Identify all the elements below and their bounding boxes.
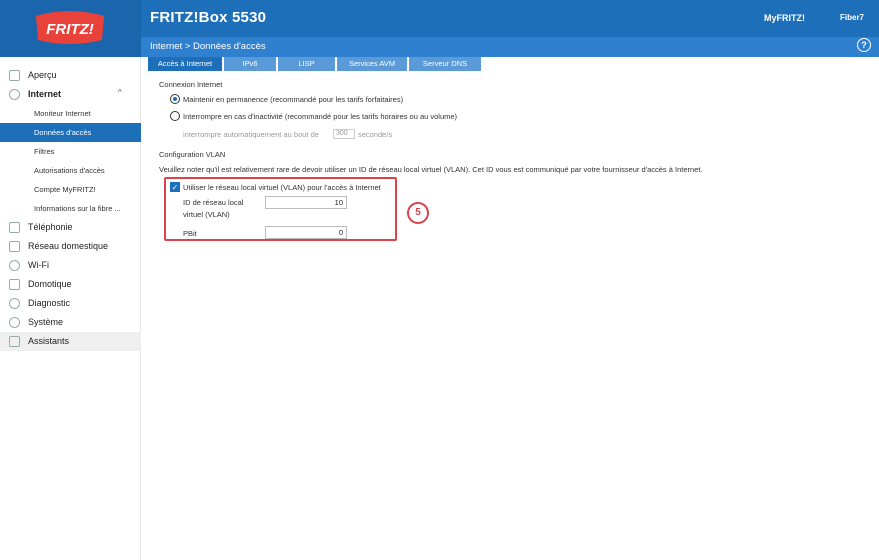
globe-icon [9,89,20,100]
tab-serveur-dns[interactable]: Serveur DNS [409,57,481,71]
vlan-note: Veuillez noter qu'il est relativement ra… [159,165,703,174]
sidebar-item-reseau-domestique[interactable]: Réseau domestique [0,237,141,256]
tab-services-avm[interactable]: Services AVM [337,57,407,71]
phone-icon [9,222,20,233]
home-icon [9,70,20,81]
radio-inactivity-label: Interrompre en cas d'inactivité (recomma… [183,112,458,121]
sidebar-item-label: Système [28,317,64,327]
sidebar-item-label: Filtres [34,147,55,156]
myfritz-link[interactable]: MyFRITZ! [764,13,805,23]
sidebar-item-label: Compte MyFRITZ! [34,185,96,194]
sidebar-subitem-autorisations[interactable]: Autorisations d'accès [0,161,141,180]
sidebar-item-label: Réseau domestique [28,241,109,251]
help-icon[interactable]: ? [857,38,871,52]
sidebar-item-diagnostic[interactable]: Diagnostic [0,294,141,313]
sidebar-item-assistants[interactable]: Assistants [0,332,141,351]
network-icon [9,241,20,252]
pbit-input[interactable]: 0 [265,226,347,239]
breadcrumb: Internet > Données d'accès [150,41,266,52]
sidebar-subitem-filtres[interactable]: Filtres [0,142,141,161]
tab-acces-internet[interactable]: Accès à Internet [148,57,222,71]
auto-interrupt-input[interactable]: 300 [333,129,355,139]
sidebar-subitem-moniteur[interactable]: Moniteur Internet [0,104,141,123]
sidebar-item-label: Données d'accès [34,128,92,137]
vlan-id-input[interactable]: 10 [265,196,347,209]
sidebar-item-label: Wi-Fi [28,260,49,270]
fritz-logo: FRITZ! [36,11,104,44]
radio-permanent[interactable] [170,94,180,104]
vlan-checkbox-label: Utiliser le réseau local virtuel (VLAN) … [183,183,381,192]
connection-section-title: Connexion Internet [159,80,223,89]
sidebar: Aperçu Internet ^ Moniteur Internet Donn… [0,57,141,560]
wifi-icon [9,260,20,271]
sidebar-item-label: Téléphonie [28,222,73,232]
sidebar-item-label: Informations sur la fibre ... [34,204,121,213]
radio-permanent-label: Maintenir en permanence (recommandé pour… [183,95,404,104]
sidebar-item-label: Autorisations d'accès [34,166,105,175]
tab-lisp[interactable]: LISP [278,57,335,71]
pbit-label: PBit [183,229,197,238]
system-icon [9,317,20,328]
vlan-id-label-line2: virtuel (VLAN) [183,210,230,219]
sidebar-subitem-infos-fibre[interactable]: Informations sur la fibre ... [0,199,141,218]
sidebar-subitem-compte-myfritz[interactable]: Compte MyFRITZ! [0,180,141,199]
sidebar-item-domotique[interactable]: Domotique [0,275,141,294]
svg-text:FRITZ!: FRITZ! [46,21,93,38]
sidebar-item-internet[interactable]: Internet ^ [0,85,141,104]
logo-area[interactable]: FRITZ! [0,0,141,57]
smarthome-icon [9,279,20,290]
vlan-section-title: Configuration VLAN [159,150,226,159]
diagnostic-icon [9,298,20,309]
vlan-checkbox[interactable]: ✓ [170,182,180,192]
sidebar-item-label: Internet [28,89,62,99]
auto-interrupt-label: interrompre automatiquement au bout de [183,130,319,139]
sidebar-subitem-donnees-acces[interactable]: Données d'accès [0,123,141,142]
tab-ipv6[interactable]: IPv6 [224,57,276,71]
sidebar-item-systeme[interactable]: Système [0,313,141,332]
product-title: FRITZ!Box 5530 [150,9,267,26]
sidebar-item-label: Domotique [28,279,72,289]
sidebar-item-label: Aperçu [28,70,57,80]
wizard-icon [9,336,20,347]
auto-interrupt-unit: seconde/s [358,130,393,139]
annotation-step-number: 5 [407,202,429,224]
radio-inactivity[interactable] [170,111,180,121]
sidebar-item-label: Moniteur Internet [34,109,91,118]
sidebar-item-label: Assistants [28,336,70,346]
chevron-up-icon[interactable]: ^ [118,88,122,97]
sidebar-item-label: Diagnostic [28,298,71,308]
sidebar-item-wifi[interactable]: Wi-Fi [0,256,141,275]
sidebar-item-telephonie[interactable]: Téléphonie [0,218,141,237]
sidebar-item-apercu[interactable]: Aperçu [0,66,141,85]
vlan-id-label-line1: ID de réseau local [183,198,244,207]
provider-label: Fiber7 [840,13,865,22]
